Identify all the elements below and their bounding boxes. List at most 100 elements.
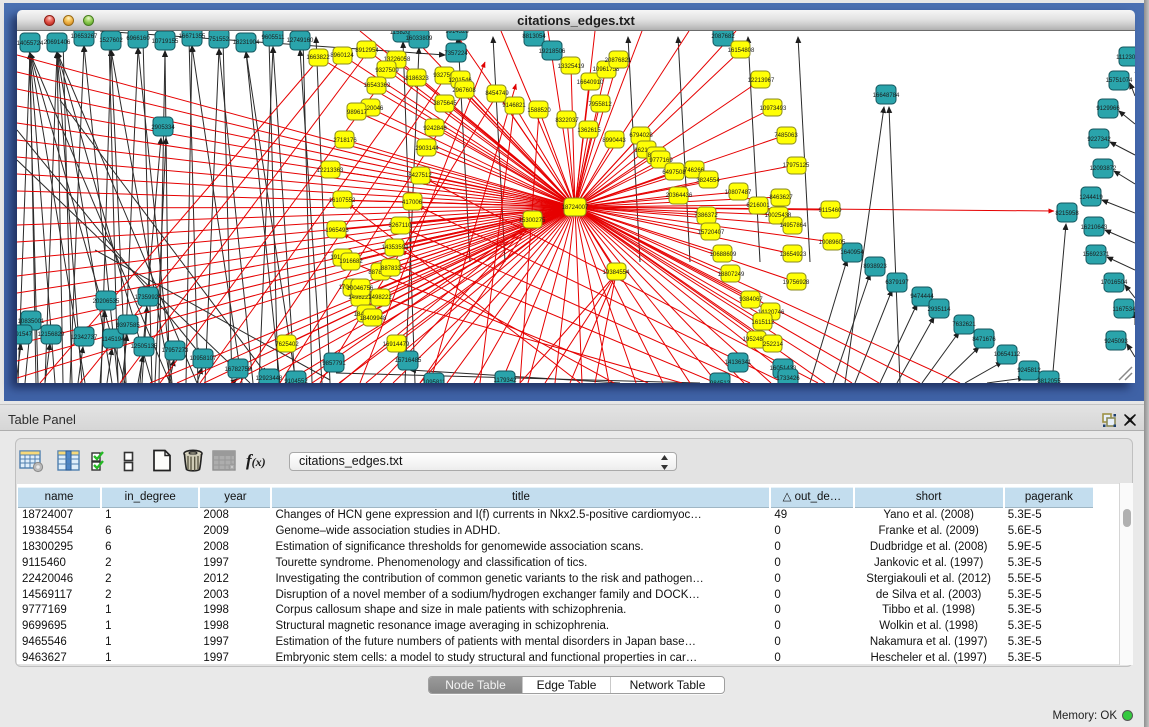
svg-text:391547: 391547 <box>17 332 33 338</box>
svg-text:20691406: 20691406 <box>44 40 71 46</box>
svg-text:9605511: 9605511 <box>262 35 286 41</box>
svg-text:16107552: 16107552 <box>329 198 356 204</box>
svg-text:1362615: 1362615 <box>577 128 601 134</box>
svg-text:9245093: 9245093 <box>1104 339 1128 345</box>
svg-text:10958107: 10958107 <box>190 356 217 362</box>
svg-text:10835001: 10835001 <box>18 319 45 325</box>
svg-text:1733426: 1733426 <box>776 376 800 382</box>
svg-text:19218506: 19218506 <box>539 49 566 55</box>
svg-text:2718176: 2718176 <box>333 138 357 144</box>
svg-text:16154808: 16154808 <box>728 48 755 54</box>
svg-text:10719155: 10719155 <box>152 39 179 45</box>
svg-text:16914479: 16914479 <box>383 342 410 348</box>
svg-text:9245812: 9245812 <box>1017 368 1041 374</box>
svg-text:9104552: 9104552 <box>284 379 308 383</box>
svg-text:8454749: 8454749 <box>485 91 509 97</box>
svg-text:7485063: 7485063 <box>774 133 798 139</box>
svg-text:8322037: 8322037 <box>555 118 579 124</box>
svg-text:12213363: 12213363 <box>317 168 344 174</box>
svg-text:1965493: 1965493 <box>325 228 349 234</box>
svg-text:10807487: 10807487 <box>725 190 752 196</box>
svg-text:7632621: 7632621 <box>952 322 976 328</box>
svg-text:12505135: 12505135 <box>131 344 158 350</box>
svg-text:7625402: 7625402 <box>275 342 299 348</box>
svg-text:18231904: 18231904 <box>233 40 260 46</box>
svg-text:8960124: 8960124 <box>330 53 354 59</box>
svg-text:1095811: 1095811 <box>423 380 447 383</box>
svg-text:12156829: 12156829 <box>38 332 65 338</box>
svg-text:9242848: 9242848 <box>423 126 447 132</box>
svg-text:8471676: 8471676 <box>972 337 996 343</box>
svg-text:2903144: 2903144 <box>415 146 439 152</box>
svg-text:18807249: 18807249 <box>718 272 745 278</box>
svg-text:1588520: 1588520 <box>527 108 551 114</box>
svg-text:887833: 887833 <box>381 266 402 272</box>
svg-text:16210643: 16210643 <box>1081 225 1108 231</box>
svg-text:6966160: 6966160 <box>126 36 150 42</box>
svg-text:1640954: 1640954 <box>840 250 864 256</box>
svg-text:10046756: 10046756 <box>347 286 374 292</box>
svg-text:12923448: 12923448 <box>256 376 283 382</box>
svg-text:6497508: 6497508 <box>662 170 686 176</box>
svg-text:1498222: 1498222 <box>368 295 392 301</box>
svg-text:1527602: 1527602 <box>99 38 123 44</box>
svg-text:19384554: 19384554 <box>603 270 630 276</box>
svg-text:11123094: 11123094 <box>1116 55 1135 61</box>
svg-text:8215958: 8215958 <box>1055 211 1079 217</box>
svg-text:984512: 984512 <box>710 381 731 383</box>
svg-text:12093872: 12093872 <box>1090 166 1117 172</box>
svg-text:8912954: 8912954 <box>355 48 379 54</box>
svg-text:16033809: 16033809 <box>406 36 433 42</box>
svg-text:12213967: 12213967 <box>748 78 775 84</box>
svg-text:10653267: 10653267 <box>71 34 98 40</box>
svg-text:10973493: 10973493 <box>760 106 787 112</box>
svg-text:8427512: 8427512 <box>408 173 432 179</box>
svg-text:14353594: 14353594 <box>382 245 409 251</box>
svg-text:17016504: 17016504 <box>1101 280 1128 286</box>
svg-text:17957273: 17957273 <box>162 348 189 354</box>
svg-text:16640910: 16640910 <box>577 80 604 86</box>
svg-text:9857791: 9857791 <box>322 361 346 367</box>
svg-text:9914328: 9914328 <box>445 31 469 35</box>
svg-text:9384067: 9384067 <box>739 297 763 303</box>
svg-text:13654923: 13654923 <box>780 252 807 258</box>
svg-text:7955812: 7955812 <box>588 102 612 108</box>
svg-text:14055724: 14055724 <box>17 41 44 47</box>
svg-text:16671355: 16671355 <box>179 34 206 40</box>
svg-text:14136341: 14136341 <box>725 360 752 366</box>
svg-text:15300275: 15300275 <box>519 218 546 224</box>
svg-text:9129966: 9129966 <box>1096 106 1120 112</box>
svg-text:2967608: 2967608 <box>452 88 476 94</box>
svg-text:15720407: 15720407 <box>698 230 725 236</box>
svg-text:417006: 417006 <box>402 200 423 206</box>
svg-text:16782759: 16782759 <box>225 367 252 373</box>
svg-text:9397585: 9397585 <box>116 323 140 329</box>
svg-text:10089605: 10089605 <box>819 240 846 246</box>
svg-text:1179342: 1179342 <box>494 378 518 383</box>
svg-text:7386372: 7386372 <box>694 213 718 219</box>
svg-text:252214: 252214 <box>763 342 784 348</box>
svg-text:9146821: 9146821 <box>502 103 526 109</box>
svg-text:15716485: 15716485 <box>395 358 422 364</box>
svg-text:3824554: 3824554 <box>696 178 720 184</box>
svg-text:16648784: 16648784 <box>873 93 900 99</box>
svg-text:9227342: 9227342 <box>1087 137 1111 143</box>
svg-text:17975125: 17975125 <box>783 163 810 169</box>
svg-text:3267110: 3267110 <box>389 223 413 229</box>
svg-text:12342737: 12342737 <box>71 335 98 341</box>
svg-text:10688609: 10688609 <box>710 252 737 258</box>
svg-text:13325419: 13325419 <box>558 64 585 70</box>
svg-text:20364436: 20364436 <box>666 193 693 199</box>
svg-text:6794028: 6794028 <box>629 133 653 139</box>
svg-text:6216001: 6216001 <box>746 203 770 209</box>
svg-text:7357224: 7357224 <box>444 51 468 57</box>
svg-text:989617: 989617 <box>347 110 368 116</box>
svg-text:6379197: 6379197 <box>885 280 909 286</box>
svg-text:1663822: 1663822 <box>306 55 330 61</box>
svg-text:1167534: 1167534 <box>1113 307 1135 313</box>
svg-text:16543362: 16543362 <box>364 83 391 89</box>
svg-text:17359924: 17359924 <box>135 295 162 301</box>
svg-text:8812055: 8812055 <box>1037 379 1061 383</box>
svg-text:2905334: 2905334 <box>151 125 175 131</box>
svg-text:18409948: 18409948 <box>360 316 387 322</box>
